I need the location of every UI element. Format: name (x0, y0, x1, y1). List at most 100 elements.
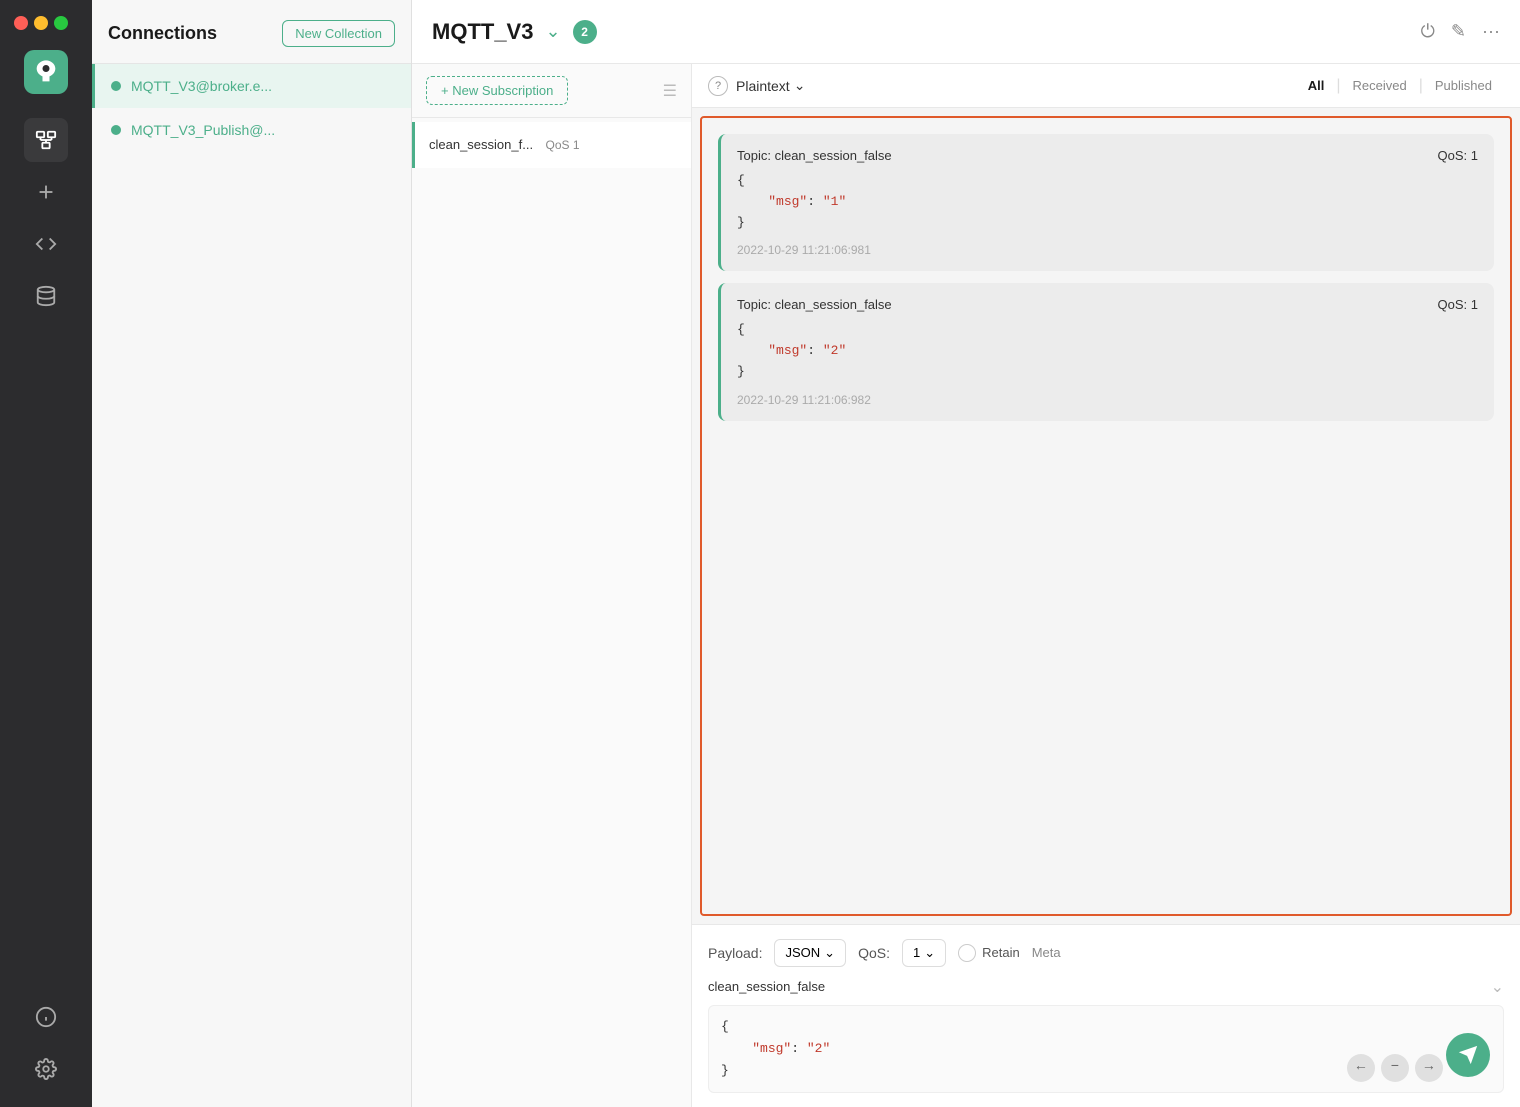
new-collection-button[interactable]: New Collection (282, 20, 395, 47)
message-1-qos: QoS: 1 (1438, 148, 1478, 163)
publish-options-row: Payload: JSON ⌄ QoS: 1 ⌄ Retain Meta (708, 939, 1504, 967)
top-bar: MQTT_V3 ⌄ 2 ⏻ ✎ ··· (412, 0, 1520, 64)
connection-status-dot-2 (111, 125, 121, 135)
logo-icon (32, 58, 60, 86)
filter-published-button[interactable]: Published (1423, 74, 1504, 97)
toolbar-left: ? Plaintext ⌄ (708, 76, 805, 96)
connection-name-2: MQTT_V3_Publish@... (131, 122, 275, 138)
retain-circle-icon (958, 944, 976, 962)
message-item-1[interactable]: Topic: clean_session_false QoS: 1 { "msg… (718, 134, 1494, 271)
message-2-key: "msg" (768, 343, 807, 358)
add-icon (35, 181, 57, 203)
connection-status-dot (111, 81, 121, 91)
qos-label: QoS: (858, 945, 890, 961)
send-button[interactable] (1446, 1033, 1490, 1077)
message-1-topic: Topic: clean_session_false (737, 148, 892, 163)
sidebar-item-connections[interactable] (24, 118, 68, 162)
message-2-timestamp: 2022-10-29 11:21:06:982 (737, 393, 1478, 407)
connections-icon (35, 129, 57, 151)
qos-selector[interactable]: 1 ⌄ (902, 939, 946, 967)
help-icon[interactable]: ? (708, 76, 728, 96)
main-area: MQTT_V3 ⌄ 2 ⏻ ✎ ··· + New Subscription ☰… (412, 0, 1520, 1107)
message-2-qos: QoS: 1 (1438, 297, 1478, 312)
publish-actions: ← − → (1347, 1054, 1443, 1082)
edit-icon[interactable]: ✎ (1451, 21, 1466, 42)
minimize-button[interactable] (34, 16, 48, 30)
subscription-menu-icon[interactable]: ☰ (663, 81, 677, 101)
qos-chevron-icon: ⌄ (924, 945, 935, 961)
topic-row: ⌄ (708, 977, 1504, 997)
topic-input[interactable] (708, 979, 1491, 994)
code-editor[interactable]: { "msg": "2" } ← − → (708, 1005, 1504, 1093)
payload-label: Payload: (708, 945, 762, 961)
minus-button[interactable]: − (1381, 1054, 1409, 1082)
connections-header: Connections New Collection (92, 0, 411, 64)
code-key: "msg" (752, 1041, 791, 1056)
message-2-body: { "msg": "2" } (737, 320, 1478, 382)
subscription-topic: clean_session_f... (429, 137, 533, 152)
sidebar-item-info[interactable] (24, 995, 68, 1039)
settings-icon (35, 1058, 57, 1080)
code-line-1: { (721, 1016, 1491, 1038)
message-item-2[interactable]: Topic: clean_session_false QoS: 1 { "msg… (718, 283, 1494, 420)
publish-panel: Payload: JSON ⌄ QoS: 1 ⌄ Retain Meta (692, 924, 1520, 1107)
message-2-topic: Topic: clean_session_false (737, 297, 892, 312)
sidebar-item-settings[interactable] (24, 1047, 68, 1091)
messages-list: Topic: clean_session_false QoS: 1 { "msg… (700, 116, 1512, 916)
topbar-left: MQTT_V3 ⌄ 2 (432, 19, 597, 45)
messages-panel: ? Plaintext ⌄ All | Received | Published (692, 64, 1520, 1107)
message-1-header: Topic: clean_session_false QoS: 1 (737, 148, 1478, 163)
format-label: Plaintext (736, 78, 790, 94)
message-badge: 2 (573, 20, 597, 44)
messages-toolbar: ? Plaintext ⌄ All | Received | Published (692, 64, 1520, 108)
content-split: + New Subscription ☰ clean_session_f... … (412, 64, 1520, 1107)
sidebar-item-database[interactable] (24, 274, 68, 318)
payload-format-value: JSON (785, 945, 820, 960)
connection-item-1[interactable]: MQTT_V3@broker.e... (92, 64, 411, 108)
filter-received-button[interactable]: Received (1341, 74, 1419, 97)
sidebar-item-add[interactable] (24, 170, 68, 214)
maximize-button[interactable] (54, 16, 68, 30)
database-icon (35, 285, 57, 307)
new-subscription-button[interactable]: + New Subscription (426, 76, 568, 105)
code-value: "2" (807, 1041, 830, 1056)
app-logo (24, 50, 68, 94)
sidebar-item-code[interactable] (24, 222, 68, 266)
more-icon[interactable]: ··· (1482, 21, 1500, 42)
meta-button[interactable]: Meta (1032, 945, 1061, 960)
connection-item-2[interactable]: MQTT_V3_Publish@... (92, 108, 411, 152)
payload-format-selector[interactable]: JSON ⌄ (774, 939, 846, 967)
traffic-lights (0, 16, 68, 30)
connection-name-1: MQTT_V3@broker.e... (131, 78, 272, 94)
close-button[interactable] (14, 16, 28, 30)
format-selector[interactable]: Plaintext ⌄ (736, 77, 805, 94)
back-button[interactable]: ← (1347, 1054, 1375, 1082)
connections-panel: Connections New Collection MQTT_V3@broke… (92, 0, 412, 1107)
payload-format-chevron-icon: ⌄ (824, 945, 835, 961)
message-1-val: "1" (823, 194, 846, 209)
code-icon (35, 233, 57, 255)
send-icon (1457, 1044, 1479, 1066)
connection-title: MQTT_V3 (432, 19, 533, 45)
filter-all-button[interactable]: All (1296, 74, 1337, 97)
message-1-body: { "msg": "1" } (737, 171, 1478, 233)
subscription-qos: QoS 1 (546, 138, 580, 152)
info-icon (35, 1006, 57, 1028)
topbar-right: ⏻ ✎ ··· (1421, 21, 1500, 42)
chevron-down-icon[interactable]: ⌄ (545, 21, 560, 42)
subscriptions-header: + New Subscription ☰ (412, 64, 691, 118)
message-1-key: "msg" (768, 194, 807, 209)
format-chevron-icon: ⌄ (794, 77, 806, 94)
qos-value: 1 (913, 945, 920, 960)
power-icon[interactable]: ⏻ (1421, 21, 1435, 42)
topic-chevron-icon[interactable]: ⌄ (1491, 977, 1504, 997)
subscriptions-panel: + New Subscription ☰ clean_session_f... … (412, 64, 692, 1107)
message-1-timestamp: 2022-10-29 11:21:06:981 (737, 243, 1478, 257)
subscription-item-1[interactable]: clean_session_f... QoS 1 (412, 122, 691, 168)
subscription-info: clean_session_f... QoS 1 (429, 136, 677, 154)
message-2-val: "2" (823, 343, 846, 358)
forward-button[interactable]: → (1415, 1054, 1443, 1082)
sidebar (0, 0, 92, 1107)
retain-toggle[interactable]: Retain (958, 944, 1020, 962)
message-2-header: Topic: clean_session_false QoS: 1 (737, 297, 1478, 312)
